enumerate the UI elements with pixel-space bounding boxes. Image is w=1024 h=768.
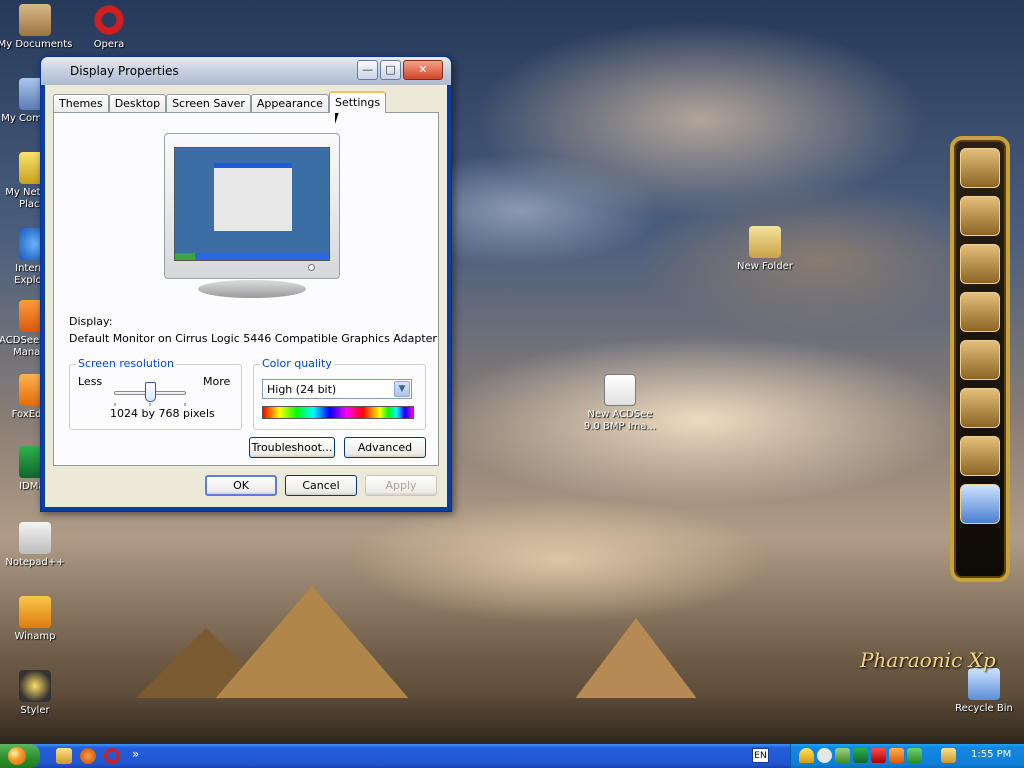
- bmp-file-icon: [604, 374, 636, 406]
- screen-resolution-title: Screen resolution: [76, 357, 176, 370]
- tab-desktop[interactable]: Desktop: [108, 94, 167, 113]
- troubleshoot-button[interactable]: Troubleshoot...: [249, 437, 335, 458]
- desktop-icon-label: New ACDSee 9.0 BMP Ima...: [583, 409, 657, 432]
- dock-book-icon[interactable]: [960, 340, 1000, 380]
- desktop-icon-label: Styler: [20, 705, 50, 716]
- maximize-button[interactable]: □: [380, 60, 401, 80]
- desert-ground: [0, 698, 1024, 744]
- desktop-icon-bmp-file[interactable]: New ACDSee 9.0 BMP Ima...: [582, 374, 658, 433]
- monitor-power-led: [308, 264, 315, 271]
- pyramid-center: [214, 586, 410, 700]
- taskbar: » EN 1:55 PM: [0, 744, 1024, 768]
- desktop-icon-notepad-plus-plus[interactable]: Notepad++: [0, 522, 73, 569]
- quicklaunch-opera-icon[interactable]: [104, 748, 120, 764]
- desktop-icon-styler[interactable]: Styler: [0, 670, 73, 717]
- tab-appearance[interactable]: Appearance: [250, 94, 329, 113]
- resolution-slider-thumb[interactable]: [144, 382, 156, 402]
- desktop-icon-new-folder[interactable]: New Folder: [727, 226, 803, 273]
- cancel-button[interactable]: Cancel: [285, 475, 357, 496]
- tray-pencil-icon[interactable]: [941, 748, 956, 763]
- resolution-slider-ticks: [114, 403, 186, 406]
- desktop-icon-label: Opera: [93, 39, 125, 50]
- desktop-icon-winamp[interactable]: Winamp: [0, 596, 73, 643]
- styler-icon: [19, 670, 51, 702]
- my-documents-icon: [19, 4, 51, 36]
- settings-panel: Display: Default Monitor on Cirrus Logic…: [53, 112, 439, 466]
- display-adapter-text: Default Monitor on Cirrus Logic 5446 Com…: [69, 332, 437, 345]
- display-properties-window: Display Properties — □ ✕ Themes Desktop …: [40, 56, 452, 512]
- desktop-icon-label: Notepad++: [5, 557, 65, 568]
- quicklaunch-firefox-icon[interactable]: [80, 748, 96, 764]
- monitor-screen: [174, 147, 330, 261]
- recycle-bin-icon: [968, 668, 1000, 700]
- dock-pharaoh-icon[interactable]: [960, 148, 1000, 188]
- preview-window: [214, 163, 292, 231]
- color-quality-title: Color quality: [260, 357, 334, 370]
- color-quality-group: Color quality High (24 bit) ▼: [253, 357, 426, 430]
- advanced-button[interactable]: Advanced: [344, 437, 426, 458]
- desktop-icon-label: My Documents: [0, 39, 73, 50]
- ok-button[interactable]: OK: [205, 475, 277, 496]
- network-icon[interactable]: [835, 748, 850, 763]
- tray-tool-icon[interactable]: [889, 748, 904, 763]
- pyramid-right: [574, 618, 698, 700]
- notepad-plus-plus-icon: [19, 522, 51, 554]
- idm-tray-icon[interactable]: [853, 748, 868, 763]
- dock-harp-icon[interactable]: [960, 292, 1000, 332]
- monitor-stand: [198, 280, 306, 298]
- system-tray: 1:55 PM: [790, 744, 1024, 768]
- opera-icon: [93, 4, 125, 36]
- color-quality-value: High (24 bit): [267, 383, 337, 396]
- resolution-value: 1024 by 768 pixels: [110, 407, 215, 420]
- tray-utility-icon[interactable]: [907, 748, 922, 763]
- window-title: Display Properties: [70, 64, 179, 78]
- dock-recycle-icon[interactable]: [960, 484, 1000, 524]
- desktop-icon-label: Recycle Bin: [955, 703, 1013, 714]
- desktop-icon-recycle-bin[interactable]: Recycle Bin: [946, 668, 1022, 715]
- taskbar-clock[interactable]: 1:55 PM: [971, 749, 1011, 760]
- dock-scribe-icon[interactable]: [960, 244, 1000, 284]
- desktop-icon-my-documents[interactable]: My Documents: [0, 4, 73, 51]
- language-indicator[interactable]: EN: [752, 748, 769, 763]
- desktop-icon-opera[interactable]: Opera: [71, 4, 147, 51]
- preview-start-button: [175, 253, 195, 260]
- tab-screen-saver[interactable]: Screen Saver: [166, 94, 251, 113]
- side-dock: [950, 136, 1010, 582]
- shield-icon[interactable]: [799, 748, 814, 763]
- desktop-icon-label: New Folder: [737, 261, 793, 272]
- resolution-less-label: Less: [78, 375, 103, 388]
- quicklaunch-show-desktop-icon[interactable]: [56, 748, 72, 764]
- antivirus-icon[interactable]: [871, 748, 886, 763]
- display-label: Display:: [69, 315, 113, 328]
- dock-document-icon[interactable]: [960, 436, 1000, 476]
- tray-app-icon[interactable]: [817, 748, 832, 763]
- dock-tools-icon[interactable]: [960, 388, 1000, 428]
- screen-resolution-group: Screen resolution Less More 1024 by 768 …: [69, 357, 242, 430]
- folder-icon: [749, 226, 781, 258]
- window-client-area: Themes Desktop Screen Saver Appearance S…: [45, 85, 447, 507]
- dock-pyramids-icon[interactable]: [960, 196, 1000, 236]
- tab-strip: Themes Desktop Screen Saver Appearance S…: [53, 91, 387, 113]
- desktop-icon-label: Winamp: [14, 631, 56, 642]
- tab-settings[interactable]: Settings: [328, 91, 387, 113]
- preview-taskbar: [175, 253, 329, 260]
- pharaonic-logo: Pharaonic Xp: [860, 648, 996, 672]
- color-spectrum-bar: [262, 406, 414, 419]
- tab-themes[interactable]: Themes: [53, 94, 109, 113]
- apply-button[interactable]: Apply: [365, 475, 437, 496]
- monitor-preview: [164, 133, 340, 279]
- minimize-button[interactable]: —: [357, 60, 378, 80]
- winamp-icon: [19, 596, 51, 628]
- quicklaunch-expand-button[interactable]: »: [132, 747, 139, 761]
- resolution-more-label: More: [203, 375, 231, 388]
- window-titlebar[interactable]: Display Properties — □ ✕: [41, 57, 451, 85]
- close-button[interactable]: ✕: [403, 60, 443, 80]
- windows-logo-icon: [8, 747, 26, 765]
- start-button[interactable]: [0, 744, 40, 768]
- chevron-down-icon[interactable]: ▼: [394, 381, 410, 397]
- color-quality-select[interactable]: High (24 bit) ▼: [262, 379, 412, 399]
